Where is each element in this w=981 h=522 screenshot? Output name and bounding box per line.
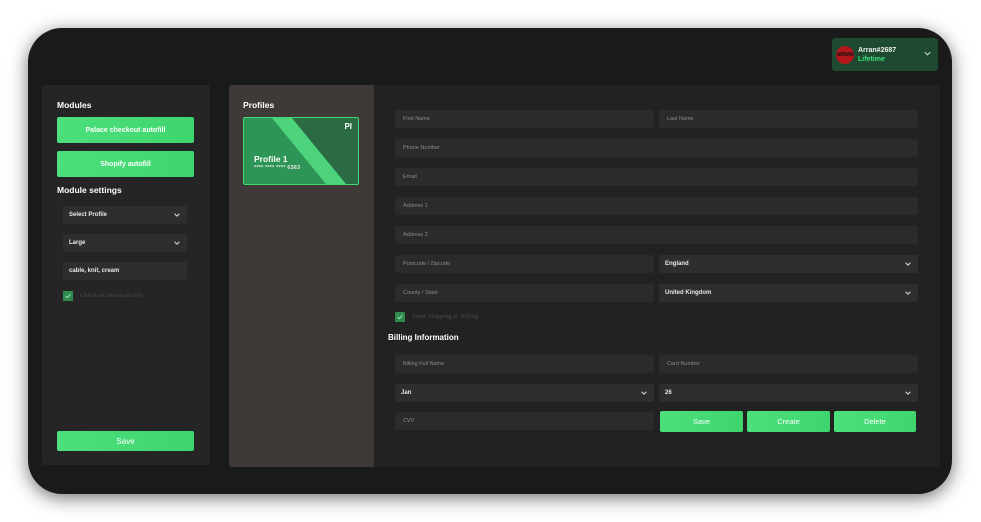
- check-icon: [65, 293, 71, 299]
- create-profile-button[interactable]: Create: [747, 411, 830, 432]
- profile-initials: PI: [344, 122, 352, 131]
- chevron-down-icon: [905, 391, 911, 395]
- chevron-down-icon: [905, 262, 911, 266]
- user-avatar: ARRAN: [836, 45, 854, 64]
- user-plan: Lifetime: [858, 55, 885, 63]
- profile-card[interactable]: PI Profile 1 **** **** **** 6363: [243, 117, 359, 185]
- checkout-automatically-checkbox[interactable]: [63, 291, 73, 301]
- chevron-down-icon: [641, 391, 647, 395]
- first-name-field[interactable]: First Name: [395, 110, 654, 128]
- same-shipping-label: Same Shipping as Billing: [412, 313, 479, 320]
- postcode-field[interactable]: Postcode / Zipcode: [395, 255, 654, 273]
- profile-form-panel: First Name Last Name Phone Number Email …: [374, 85, 940, 467]
- profile-select[interactable]: Select Profile: [63, 206, 187, 224]
- module-settings-title: Module settings: [57, 185, 122, 195]
- billing-full-name-field[interactable]: Billing Full Name: [395, 355, 654, 373]
- profile-card-number: **** **** **** 6363: [254, 165, 301, 171]
- phone-number-field[interactable]: Phone Number: [395, 139, 918, 157]
- palace-checkout-autofill-button[interactable]: Palace checkout autofill: [57, 117, 194, 143]
- profile-card-background: [244, 118, 358, 184]
- profile-select-value: Select Profile: [69, 212, 108, 218]
- cvv-field[interactable]: CVV: [395, 412, 654, 430]
- expiry-year-select[interactable]: 26: [659, 384, 918, 402]
- size-select[interactable]: Large: [63, 234, 187, 252]
- expiry-year-value: 26: [665, 390, 672, 396]
- profiles-panel: Profiles PI Profile 1 **** **** **** 636…: [229, 85, 374, 467]
- keywords-value: cable, knit, cream: [69, 268, 120, 274]
- email-field[interactable]: Email: [395, 168, 918, 186]
- chevron-down-icon: [174, 241, 180, 245]
- expiry-month-value: Jan: [401, 390, 412, 396]
- user-info: Arran#2687 Lifetime: [858, 46, 896, 64]
- user-account-menu[interactable]: ARRAN Arran#2687 Lifetime: [832, 38, 938, 71]
- chevron-down-icon: [174, 213, 180, 217]
- county-state-field[interactable]: County / State: [395, 284, 654, 302]
- billing-information-title: Billing Information: [388, 333, 459, 342]
- same-shipping-checkbox[interactable]: [395, 312, 405, 322]
- address2-field[interactable]: Address 2: [395, 226, 918, 244]
- modules-title: Modules: [57, 100, 92, 110]
- chevron-down-icon[interactable]: [923, 49, 932, 58]
- profiles-title: Profiles: [243, 100, 275, 110]
- save-module-button[interactable]: Save: [57, 431, 194, 451]
- chevron-down-icon: [905, 291, 911, 295]
- save-profile-button[interactable]: Save: [660, 411, 743, 432]
- check-icon: [397, 314, 403, 320]
- checkout-automatically-label: Checkout Automatically: [80, 292, 144, 299]
- country-value: England: [665, 261, 689, 267]
- address1-field[interactable]: Address 1: [395, 197, 918, 215]
- profile-name: Profile 1: [254, 154, 288, 164]
- user-name: Arran#2687: [858, 46, 897, 54]
- region-value: United Kingdom: [665, 290, 712, 296]
- size-select-value: Large: [69, 240, 86, 246]
- shopify-autofill-button[interactable]: Shopify autofill: [57, 151, 194, 177]
- region-select[interactable]: United Kingdom: [659, 284, 918, 302]
- delete-profile-button[interactable]: Delete: [834, 411, 916, 432]
- modules-panel: Modules Palace checkout autofill Shopify…: [42, 85, 210, 465]
- expiry-month-select[interactable]: Jan: [395, 384, 654, 402]
- card-number-field[interactable]: Card Number: [659, 355, 918, 373]
- app-window: ARRAN Arran#2687 Lifetime Modules Palace…: [28, 28, 952, 494]
- last-name-field[interactable]: Last Name: [659, 110, 918, 128]
- country-select[interactable]: England: [659, 255, 918, 273]
- keywords-input[interactable]: cable, knit, cream: [63, 262, 187, 280]
